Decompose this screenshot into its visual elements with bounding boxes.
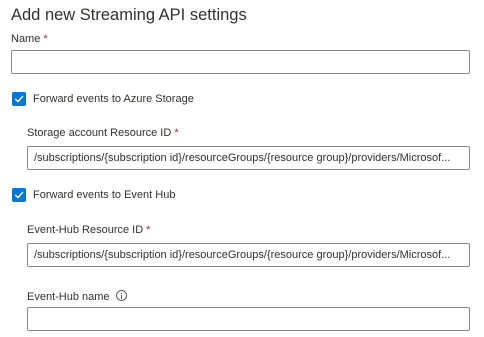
- name-label: Name *: [11, 33, 48, 45]
- storage-resource-input[interactable]: /subscriptions/{subscription id}/resourc…: [27, 146, 470, 170]
- info-icon[interactable]: [115, 290, 127, 301]
- name-input[interactable]: [11, 50, 470, 74]
- eventhub-name-label: Event-Hub name: [27, 290, 127, 303]
- checkmark-icon: [14, 95, 24, 103]
- forward-storage-label[interactable]: Forward events to Azure Storage: [33, 93, 194, 105]
- checkmark-icon: [14, 191, 24, 199]
- required-marker: *: [174, 127, 179, 139]
- page-title: Add new Streaming API settings: [11, 6, 247, 24]
- eventhub-resource-input[interactable]: /subscriptions/{subscription id}/resourc…: [27, 243, 470, 267]
- eventhub-name-input[interactable]: [27, 307, 470, 331]
- eventhub-resource-label-text: Event-Hub Resource ID: [27, 224, 144, 236]
- name-label-text: Name: [11, 33, 41, 45]
- eventhub-resource-label: Event-Hub Resource ID *: [27, 224, 150, 236]
- required-marker: *: [146, 224, 151, 236]
- required-marker: *: [43, 33, 48, 45]
- storage-resource-label-text: Storage account Resource ID: [27, 127, 172, 139]
- forward-eventhub-label[interactable]: Forward events to Event Hub: [33, 189, 175, 201]
- eventhub-name-label-text: Event-Hub name: [27, 291, 110, 303]
- forward-eventhub-checkbox[interactable]: [12, 188, 26, 202]
- forward-storage-checkbox[interactable]: [12, 92, 26, 106]
- storage-resource-label: Storage account Resource ID *: [27, 127, 179, 139]
